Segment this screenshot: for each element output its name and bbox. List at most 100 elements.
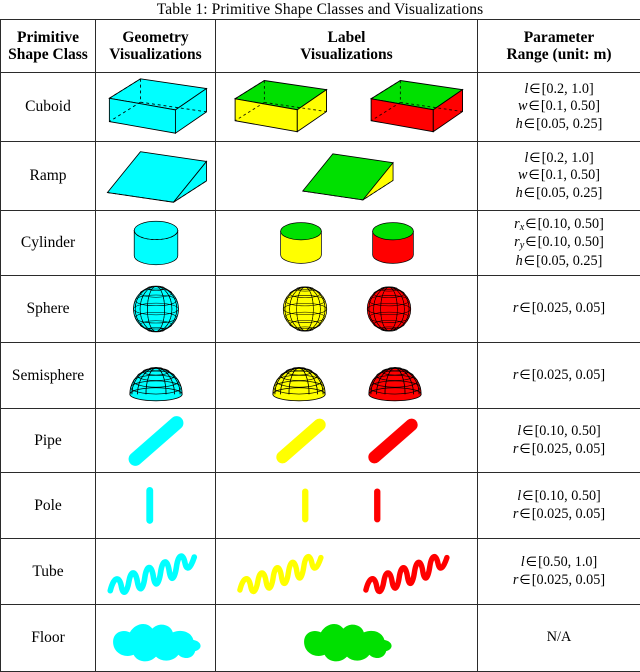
header-label-visualizations: Label Visualizations	[216, 20, 478, 73]
label-figure	[234, 545, 334, 599]
parameter-line: N/A	[478, 629, 640, 646]
table-row: Floor N/A	[1, 605, 640, 672]
tube-shape	[360, 545, 460, 599]
label-figures	[216, 610, 477, 666]
geometry-figure	[96, 279, 215, 339]
parameter-line: h∈[0.05, 0.25]	[478, 185, 640, 202]
label-figure	[360, 75, 470, 139]
header-geometry-visualizations: Geometry Visualizations	[96, 20, 216, 73]
header-primitive-shape-class: Primitive Shape Class	[1, 20, 96, 73]
pipe-shape	[118, 411, 194, 471]
label-visualization-cell	[216, 211, 478, 276]
label-figure	[264, 349, 334, 403]
cuboid-shape	[224, 75, 334, 139]
label-visualization-cell	[216, 73, 478, 142]
label-figures	[216, 75, 477, 139]
geometry-figure	[96, 212, 215, 274]
label-figures	[216, 481, 477, 531]
shape-class-name: Tube	[1, 539, 96, 605]
label-figures	[216, 214, 477, 272]
shape-class-name: Ramp	[1, 142, 96, 211]
parameter-list: l∈[0.50, 1.0]r∈[0.025, 0.05]	[478, 554, 640, 589]
label-visualization-cell	[216, 276, 478, 343]
table-body: Cuboid l∈[0.2, 1.0]w∈[0.1, 0.50]h∈[0.05,…	[1, 73, 640, 672]
parameter-line: r∈[0.025, 0.05]	[478, 367, 640, 384]
label-figures	[216, 145, 477, 207]
geometry-visualization-cell	[96, 211, 216, 276]
table-row: Ramp l∈[0.2, 1.0]w∈[0.1, 0.50]h∈[0.05, 0…	[1, 142, 640, 211]
cuboid-shape	[360, 75, 470, 139]
label-figures	[216, 280, 477, 338]
label-figure	[360, 545, 460, 599]
parameter-range-cell: r∈[0.025, 0.05]	[478, 276, 640, 343]
label-figure	[360, 349, 430, 403]
pole-shape	[288, 481, 334, 531]
label-visualization-cell	[216, 409, 478, 473]
parameter-list: l∈[0.10, 0.50]r∈[0.025, 0.05]	[478, 423, 640, 458]
shape-class-name: Cuboid	[1, 73, 96, 142]
sphere-shape	[126, 279, 186, 339]
geometry-figure	[96, 73, 215, 141]
table-header-row: Primitive Shape Class Geometry Visualiza…	[1, 20, 640, 73]
label-figure	[268, 414, 334, 468]
geometry-visualization-cell	[96, 409, 216, 473]
parameter-line: w∈[0.1, 0.50]	[478, 167, 640, 184]
parameter-list: r∈[0.025, 0.05]	[478, 300, 640, 317]
parameter-range-cell: rx∈[0.10, 0.50]ry∈[0.10, 0.50]h∈[0.05, 0…	[478, 211, 640, 276]
geometry-visualization-cell	[96, 73, 216, 142]
parameter-range-cell: l∈[0.2, 1.0]w∈[0.1, 0.50]h∈[0.05, 0.25]	[478, 142, 640, 211]
geometry-visualization-cell	[96, 539, 216, 605]
table-row: Pipe l∈[0.10, 0.50]r∈[0.025, 0.05]	[1, 409, 640, 473]
label-figure	[268, 214, 334, 272]
parameter-line: l∈[0.10, 0.50]	[478, 423, 640, 440]
parameter-line: r∈[0.025, 0.05]	[478, 572, 640, 589]
parameter-line: h∈[0.05, 0.25]	[478, 253, 640, 270]
floor-shape	[100, 610, 212, 666]
label-figures	[216, 545, 477, 599]
ramp-shape	[272, 145, 422, 207]
tube-shape	[104, 544, 208, 600]
parameter-range-cell: l∈[0.10, 0.50]r∈[0.025, 0.05]	[478, 473, 640, 539]
geometry-figure	[96, 411, 215, 471]
pipe-shape	[268, 414, 334, 468]
label-figure	[276, 280, 334, 338]
parameter-range-cell: r∈[0.025, 0.05]	[478, 343, 640, 409]
pole-shape	[360, 481, 406, 531]
label-visualization-cell	[216, 343, 478, 409]
parameter-line: l∈[0.2, 1.0]	[478, 81, 640, 98]
table-row: Pole l∈[0.10, 0.50]r∈[0.025, 0.05]	[1, 473, 640, 539]
primitive-shape-table: Primitive Shape Class Geometry Visualiza…	[0, 19, 640, 672]
parameter-list: l∈[0.2, 1.0]w∈[0.1, 0.50]h∈[0.05, 0.25]	[478, 150, 640, 202]
header-line-1: Parameter	[478, 29, 640, 46]
label-figure	[360, 481, 406, 531]
label-figure	[360, 280, 418, 338]
table-row: Cylinder rx∈[0.10, 0.50]ry∈[0.10, 0.50]h…	[1, 211, 640, 276]
parameter-list: rx∈[0.10, 0.50]ry∈[0.10, 0.50]h∈[0.05, 0…	[478, 216, 640, 271]
label-visualization-cell	[216, 473, 478, 539]
sphere-shape	[276, 280, 334, 338]
parameter-na: N/A	[478, 629, 640, 646]
geometry-figure	[96, 478, 215, 534]
header-line-1: Geometry	[96, 29, 215, 46]
parameter-range-cell: l∈[0.2, 1.0]w∈[0.1, 0.50]h∈[0.05, 0.25]	[478, 73, 640, 142]
table-caption: Table 1: Primitive Shape Classes and Vis…	[0, 0, 640, 19]
pipe-shape	[360, 414, 426, 468]
header-line-2: Visualizations	[216, 46, 477, 63]
parameter-list: l∈[0.10, 0.50]r∈[0.025, 0.05]	[478, 488, 640, 523]
semisphere-shape	[264, 349, 334, 403]
semisphere-shape	[360, 349, 430, 403]
label-figure	[288, 481, 334, 531]
label-visualization-cell	[216, 142, 478, 211]
label-figure	[291, 610, 403, 666]
cylinder-shape	[120, 212, 192, 274]
geometry-figure	[96, 349, 215, 403]
table-row: Cuboid l∈[0.2, 1.0]w∈[0.1, 0.50]h∈[0.05,…	[1, 73, 640, 142]
cylinder-shape	[268, 214, 334, 272]
geometry-visualization-cell	[96, 276, 216, 343]
header-line-2: Range (unit: m)	[478, 46, 640, 63]
shape-class-name: Pipe	[1, 409, 96, 473]
parameter-line: r∈[0.025, 0.05]	[478, 506, 640, 523]
header-line-2: Visualizations	[96, 46, 215, 63]
label-visualization-cell	[216, 539, 478, 605]
geometry-visualization-cell	[96, 605, 216, 672]
